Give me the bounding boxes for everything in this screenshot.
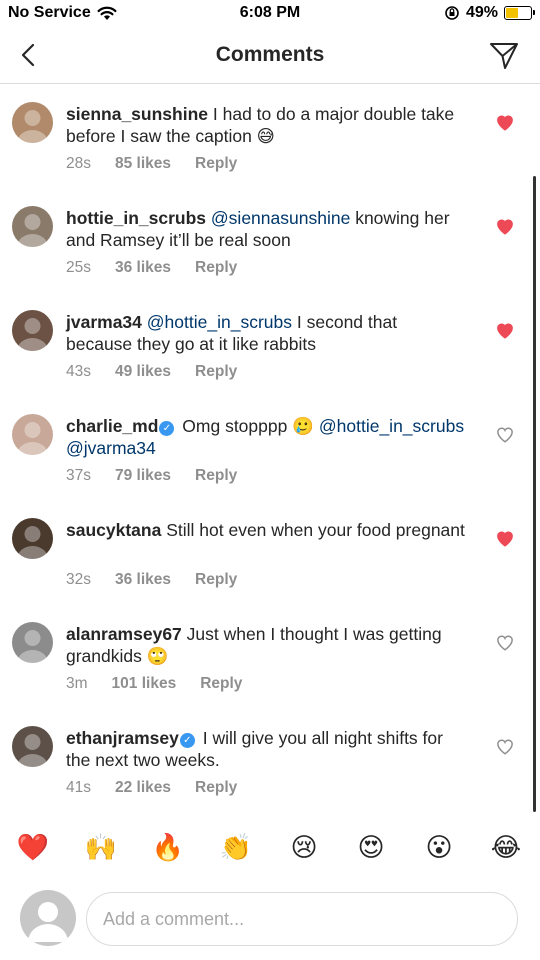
comment-meta: 43s 49 likes Reply	[66, 363, 237, 381]
comment-username[interactable]: alanramsey67	[66, 624, 182, 644]
verified-badge-icon: ✓	[179, 733, 195, 748]
battery-percent: 49%	[465, 4, 498, 21]
avatar[interactable]	[12, 206, 53, 247]
surprised-face-emoji-button[interactable]: 😮	[421, 832, 457, 863]
comment-username[interactable]: saucyktana	[66, 520, 161, 540]
avatar[interactable]	[12, 622, 53, 663]
comment-input[interactable]	[86, 892, 518, 946]
fire-emoji-button[interactable]: 🔥	[150, 832, 186, 863]
comment-body: Omg stopppp 🥲	[182, 416, 314, 436]
status-bar: No Service 6:08 PM 49%	[0, 0, 540, 28]
comment-time: 28s	[66, 155, 91, 172]
comment-text: hottie_in_scrubs @siennasunshine knowing…	[66, 207, 466, 251]
emoji-reaction-bar: ❤️ 🙌 🔥 👏 😢 😍 😮 😂	[0, 832, 540, 872]
raising-hands-emoji-button[interactable]: 🙌	[83, 832, 119, 863]
like-heart-icon[interactable]	[496, 530, 514, 548]
comment-meta: 32s 36 likes Reply	[66, 571, 237, 589]
like-heart-icon[interactable]	[496, 114, 514, 132]
comment-meta: 28s 85 likes Reply	[66, 155, 237, 173]
comment-text: ethanjramsey ✓ I will give you all night …	[66, 727, 466, 771]
comment-row: charlie_md ✓ Omg stopppp 🥲 @hottie_in_scr…	[0, 402, 540, 506]
comment-composer	[0, 888, 540, 948]
reply-button[interactable]: Reply	[195, 363, 237, 381]
red-heart-emoji-button[interactable]: ❤️	[15, 832, 51, 863]
comment-likes[interactable]: 36 likes	[115, 259, 171, 277]
orientation-lock-icon	[445, 6, 459, 20]
reply-button[interactable]: Reply	[200, 675, 242, 693]
comment-time: 32s	[66, 571, 91, 588]
comment-time: 41s	[66, 779, 91, 796]
comment-likes[interactable]: 49 likes	[115, 363, 171, 381]
comment-time: 43s	[66, 363, 91, 380]
reply-button[interactable]: Reply	[195, 259, 237, 277]
comment-time: 3m	[66, 675, 88, 692]
avatar[interactable]	[12, 726, 53, 767]
comment-likes[interactable]: 79 likes	[115, 467, 171, 485]
comment-username[interactable]: sienna_sunshine	[66, 104, 208, 124]
page-title: Comments	[215, 43, 325, 66]
comment-meta: 25s 36 likes Reply	[66, 259, 237, 277]
comment-text: saucyktana Still hot even when your food…	[66, 519, 466, 541]
avatar[interactable]	[12, 518, 53, 559]
comment-body: Still hot even when your food pregnant	[166, 520, 465, 540]
tears-of-joy-emoji-button[interactable]: 😂	[488, 832, 524, 863]
comments-list: sienna_sunshine I had to do a major doub…	[0, 90, 540, 818]
comment-username[interactable]: hottie_in_scrubs	[66, 208, 206, 228]
heart-eyes-emoji-button[interactable]: 😍	[353, 832, 389, 863]
like-heart-icon[interactable]	[496, 218, 514, 236]
crying-face-emoji-button[interactable]: 😢	[286, 832, 322, 863]
clapping-hands-emoji-button[interactable]: 👏	[218, 832, 254, 863]
like-heart-icon[interactable]	[496, 634, 514, 652]
avatar	[20, 890, 76, 946]
avatar[interactable]	[12, 310, 53, 351]
comment-username[interactable]: charlie_md	[66, 416, 158, 436]
comment-mention[interactable]: @siennasunshine	[211, 208, 350, 228]
battery-level	[506, 8, 518, 18]
status-right: 49%	[444, 4, 535, 22]
like-heart-icon[interactable]	[496, 322, 514, 340]
comment-text: alanramsey67 Just when I thought I was g…	[66, 623, 466, 667]
scrollbar[interactable]	[533, 176, 536, 812]
comment-text: sienna_sunshine I had to do a major doub…	[66, 103, 466, 147]
reply-button[interactable]: Reply	[195, 779, 237, 797]
comment-time: 25s	[66, 259, 91, 276]
avatar[interactable]	[12, 102, 53, 143]
like-heart-icon[interactable]	[496, 426, 514, 444]
comment-meta: 37s 79 likes Reply	[66, 467, 237, 485]
reply-button[interactable]: Reply	[195, 571, 237, 589]
comment-row: sienna_sunshine I had to do a major doub…	[0, 90, 540, 194]
comment-row: hottie_in_scrubs @siennasunshine knowing…	[0, 194, 540, 298]
comment-likes[interactable]: 85 likes	[115, 155, 171, 173]
comment-username[interactable]: ethanjramsey	[66, 728, 179, 748]
comment-likes[interactable]: 101 likes	[112, 675, 177, 693]
comment-row: alanramsey67 Just when I thought I was g…	[0, 610, 540, 714]
comment-row: saucyktana Still hot even when your food…	[0, 506, 540, 610]
comment-username[interactable]: jvarma34	[66, 312, 142, 332]
header: Comments	[0, 28, 540, 84]
like-heart-icon[interactable]	[496, 738, 514, 756]
battery-icon	[504, 6, 535, 20]
comment-row: jvarma34 @hottie_in_scrubs I second that…	[0, 298, 540, 402]
comment-time: 37s	[66, 467, 91, 484]
comment-likes[interactable]: 36 likes	[115, 571, 171, 589]
avatar[interactable]	[12, 414, 53, 455]
direct-message-icon[interactable]	[488, 39, 520, 71]
comment-meta: 41s 22 likes Reply	[66, 779, 237, 797]
verified-badge-icon: ✓	[159, 421, 175, 436]
comment-text: jvarma34 @hottie_in_scrubs I second that…	[66, 311, 466, 355]
comment-row: ethanjramsey ✓ I will give you all night …	[0, 714, 540, 818]
reply-button[interactable]: Reply	[195, 467, 237, 485]
comment-likes[interactable]: 22 likes	[115, 779, 171, 797]
comment-meta: 3m 101 likes Reply	[66, 675, 242, 693]
reply-button[interactable]: Reply	[195, 155, 237, 173]
default-avatar-icon	[28, 902, 68, 942]
comment-text: charlie_md ✓ Omg stopppp 🥲 @hottie_in_scr…	[66, 415, 466, 459]
comment-mention[interactable]: @hottie_in_scrubs	[147, 312, 292, 332]
